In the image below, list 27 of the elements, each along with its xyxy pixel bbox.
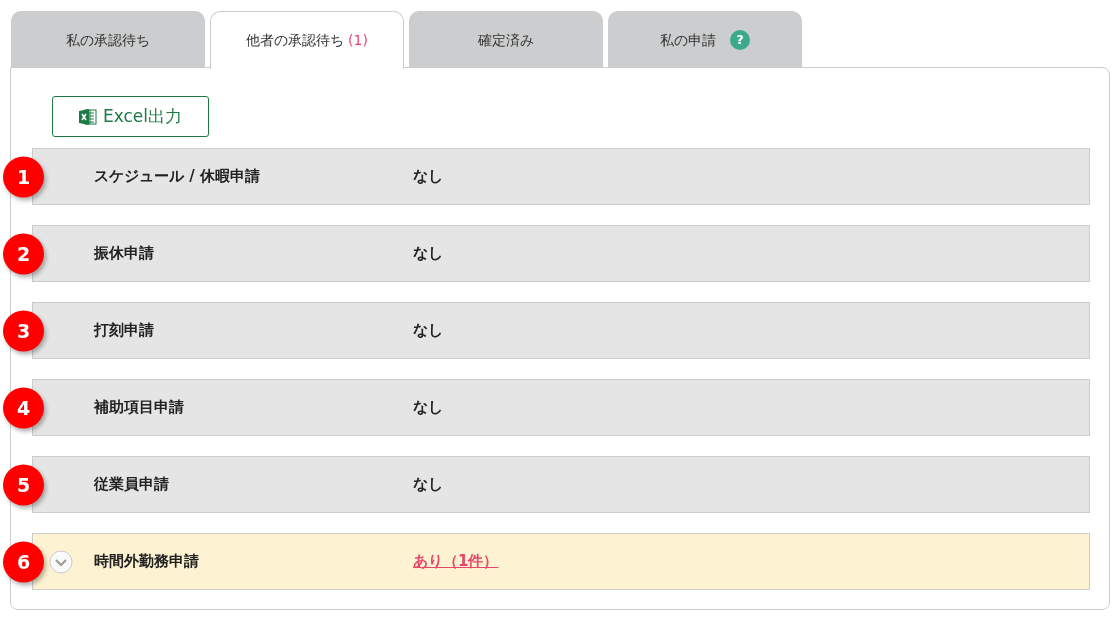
status-text: なし	[413, 474, 443, 496]
excel-export-button[interactable]: Excel出力	[52, 96, 209, 137]
tab-label: 私の申請	[660, 30, 716, 50]
request-label: スケジュール / 休暇申請	[94, 166, 260, 188]
status-text: なし	[413, 166, 443, 188]
request-label: 打刻申請	[94, 320, 154, 342]
tab[interactable]: 私の承認待ち	[11, 11, 205, 68]
number-marker: 2	[3, 233, 44, 274]
chevron-down-icon[interactable]	[49, 549, 73, 574]
number-marker: 1	[3, 156, 44, 197]
number-marker: 6	[3, 541, 44, 582]
request-label: 振休申請	[94, 243, 154, 265]
tab[interactable]: 私の申請 ?	[608, 11, 802, 68]
number-marker: 3	[3, 310, 44, 351]
request-label: 補助項目申請	[94, 397, 184, 419]
request-label: 従業員申請	[94, 474, 169, 496]
tab[interactable]: 他者の承認待ち (1)	[210, 11, 404, 69]
request-label: 時間外勤務申請	[94, 551, 199, 573]
status-text: なし	[413, 320, 443, 342]
status-text: なし	[413, 243, 443, 265]
tab-label: 他者の承認待ち	[246, 31, 345, 50]
number-marker: 4	[3, 387, 44, 428]
number-marker: 5	[3, 464, 44, 505]
count-label: (1)	[348, 31, 368, 50]
status-text: なし	[413, 397, 443, 419]
tab[interactable]: 確定済み	[409, 11, 603, 68]
spreadsheet-icon	[78, 107, 97, 126]
